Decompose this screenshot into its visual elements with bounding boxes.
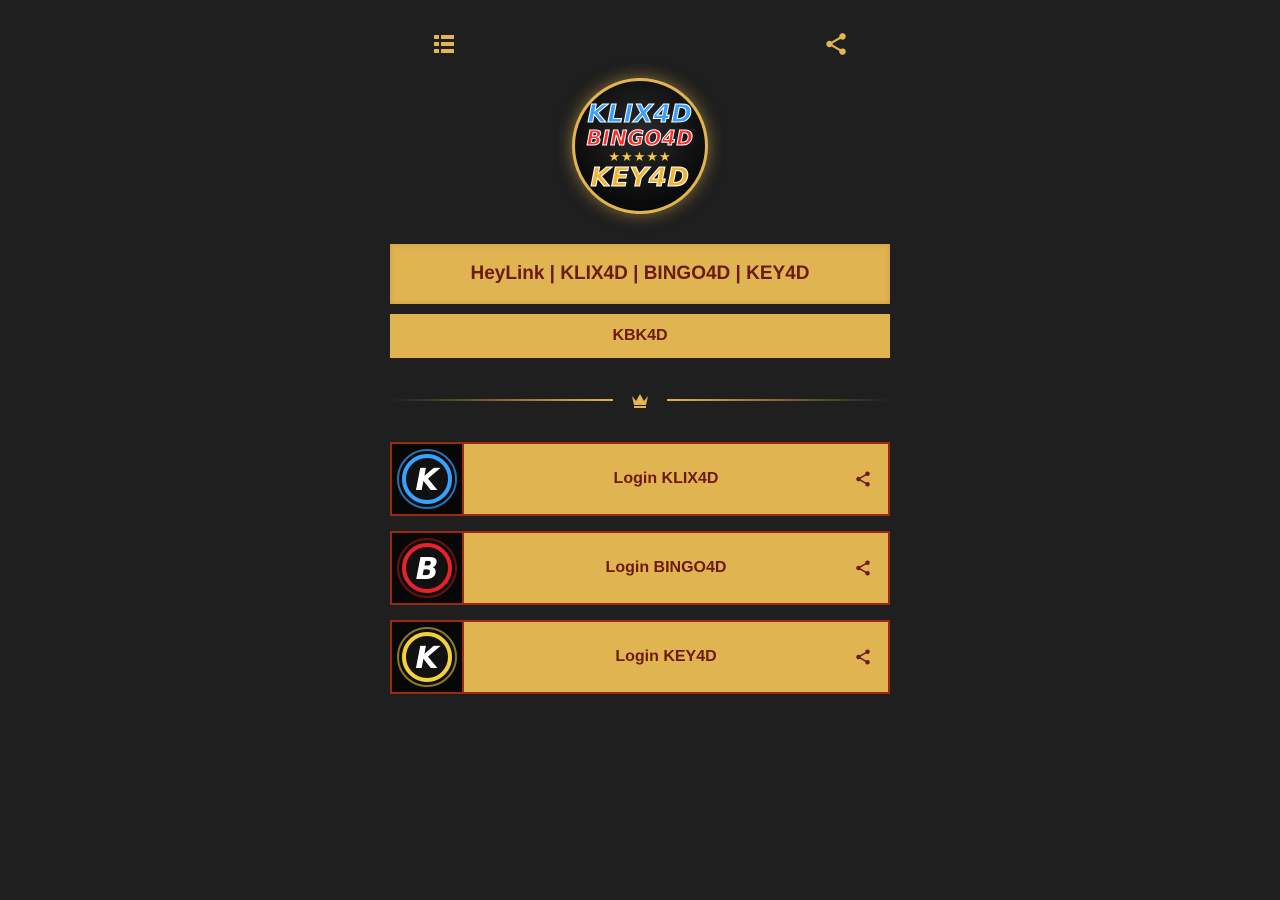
klix4d-thumbnail: K [392, 444, 464, 514]
share-icon[interactable] [838, 559, 888, 577]
login-klix4d-label: Login KLIX4D [613, 470, 719, 487]
bingo4d-thumbnail: B [392, 533, 464, 603]
logo-line-bingo4d: BINGO4D [586, 126, 694, 150]
login-bingo4d-label: Login BINGO4D [605, 559, 727, 576]
klix4d-logo-letter: K [415, 463, 441, 498]
section-divider [390, 389, 890, 411]
list-icon[interactable] [430, 30, 458, 58]
share-icon-graphic [856, 649, 870, 665]
divider-line-right [667, 399, 890, 401]
divider-line-left [390, 399, 613, 401]
share-icon-graphic [856, 560, 870, 576]
klix4d-logo-icon: K [397, 449, 457, 509]
logo-line-key4d: KEY4D [590, 163, 690, 193]
key4d-logo-letter: K [415, 641, 441, 676]
share-icon-graphic [856, 471, 870, 487]
page-title: HeyLink | KLIX4D | BINGO4D | KEY4D [390, 244, 890, 304]
share-icon[interactable] [838, 648, 888, 666]
share-icon[interactable] [838, 470, 888, 488]
login-key4d-label: Login KEY4D [615, 648, 717, 665]
key4d-logo-icon: K [397, 627, 457, 687]
share-icon[interactable] [822, 30, 850, 58]
crown-icon [632, 394, 648, 408]
login-klix4d-button[interactable]: K Login KLIX4D [390, 442, 890, 516]
list-icon-graphic [434, 35, 454, 53]
bingo4d-logo-letter: B [416, 552, 439, 587]
key4d-thumbnail: K [392, 622, 464, 692]
login-bingo4d-button[interactable]: B Login BINGO4D [390, 531, 890, 605]
page: KLIX4D BINGO4D ★★★★★ KEY4D HeyLink | KLI… [0, 0, 1280, 900]
page-subtitle: KBK4D [390, 314, 890, 358]
bingo4d-logo-icon: B [397, 538, 457, 598]
share-icon-graphic [826, 33, 846, 55]
brand-logo: KLIX4D BINGO4D ★★★★★ KEY4D [572, 78, 708, 214]
logo-line-klix4d: KLIX4D [587, 99, 693, 128]
login-key4d-button[interactable]: K Login KEY4D [390, 620, 890, 694]
